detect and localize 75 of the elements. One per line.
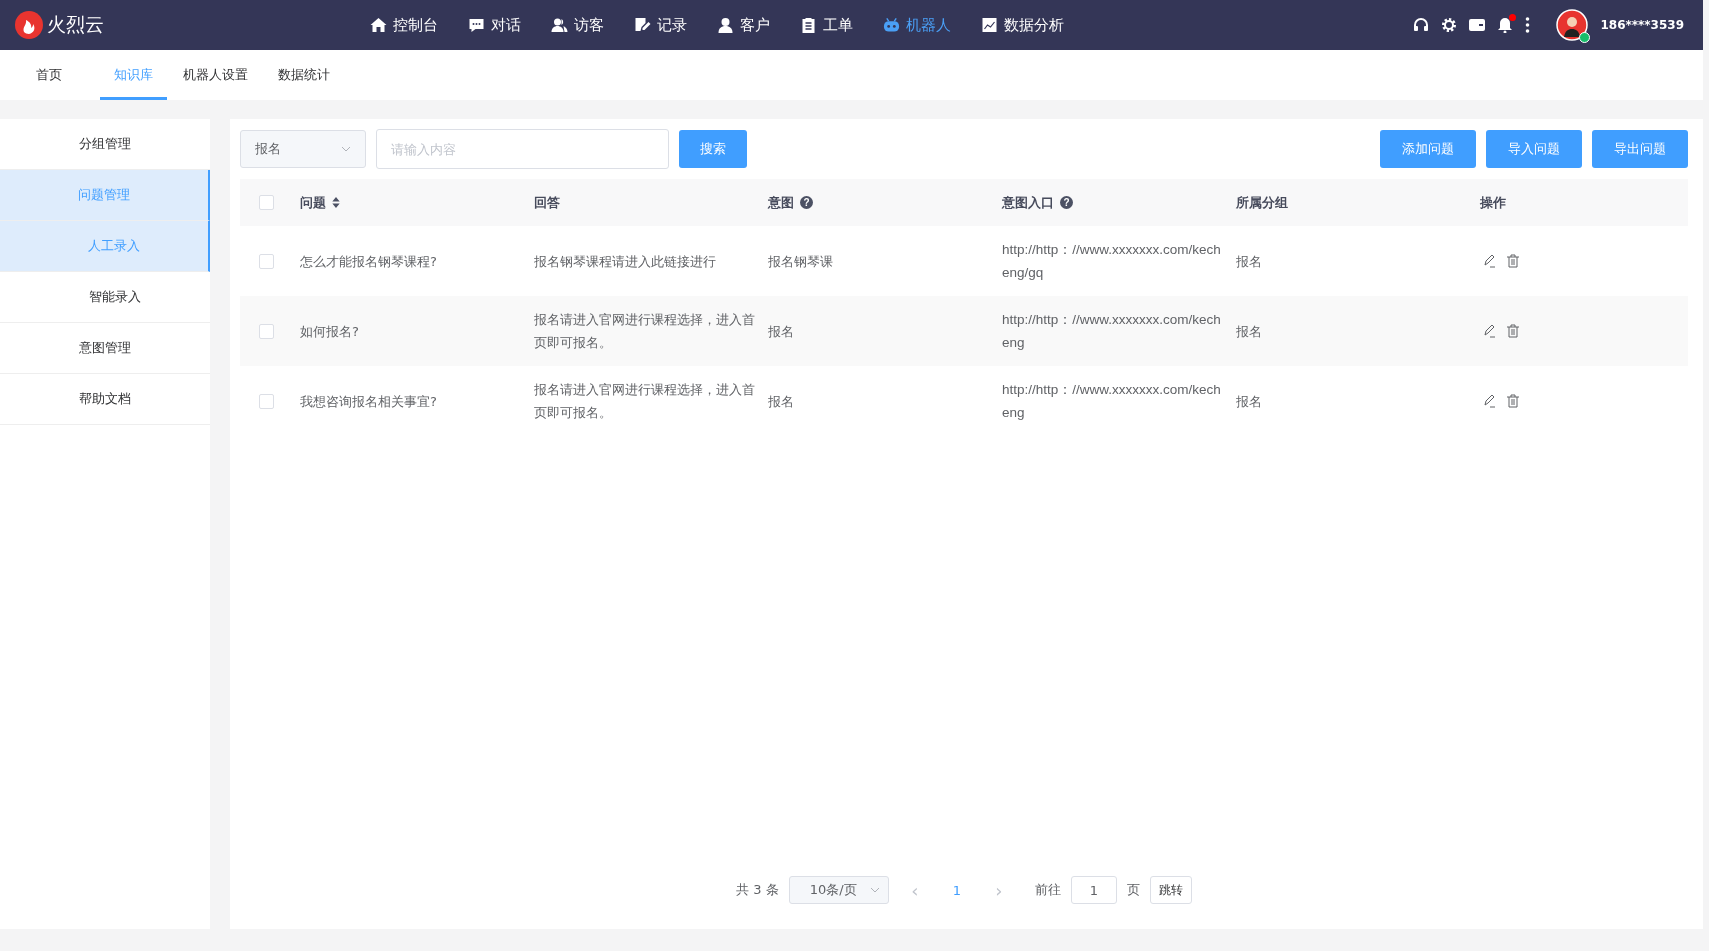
table-cell-text: http://http：//www.xxxxxxx.com/kecheng [1002, 311, 1222, 352]
search-field[interactable]: 请输入内容 [376, 129, 669, 169]
sub-tab[interactable]: 数据统计 [264, 52, 344, 100]
sidebar-item[interactable]: 意图管理 [0, 323, 210, 374]
avatar-icon[interactable] [1556, 9, 1589, 41]
sidebar-subitem[interactable]: 智能录入 [0, 272, 210, 323]
table-cell-text: 报名请进入官网进行课程选择，进入首页即可报名。 [534, 311, 756, 352]
row-checkbox[interactable] [258, 253, 274, 269]
column-header: 意图 [768, 194, 794, 212]
column-header: 所属分组 [1236, 194, 1288, 212]
table-cell-text: 报名钢琴课程请进入此链接进行 [534, 252, 716, 271]
row-checkbox[interactable] [258, 393, 274, 409]
table-cell-text: http://http：//www.xxxxxxx.com/kecheng/gq [1002, 241, 1222, 282]
chevron-down-icon [341, 146, 351, 152]
table-cell-text: 怎么才能报名钢琴课程? [300, 252, 437, 271]
sub-tab[interactable]: 机器人设置 [169, 52, 262, 100]
table-cell-text: 报名钢琴课 [768, 252, 833, 271]
headset-icon[interactable] [1413, 17, 1430, 33]
column-header: 问题 [300, 194, 326, 212]
page-unit-label: 页 [1126, 881, 1140, 899]
sidebar-item[interactable]: 帮助文档 [0, 374, 210, 425]
trash-icon[interactable] [1506, 324, 1520, 338]
table-cell-text: 报名 [768, 322, 794, 341]
table-cell-text: 报名请进入官网进行课程选择，进入首页即可报名。 [534, 381, 756, 422]
line-chart-icon [981, 17, 998, 33]
nav-item[interactable]: 访客 [551, 15, 604, 35]
brand-name: 火烈云 [47, 12, 104, 37]
total-count: 共 3 条 [736, 881, 779, 899]
trash-icon[interactable] [1506, 254, 1520, 268]
column-header: 操作 [1480, 194, 1506, 212]
nav-item[interactable]: 机器人 [883, 15, 951, 35]
help-icon[interactable]: ? [1060, 196, 1073, 209]
home-icon [370, 17, 387, 33]
user-name[interactable]: 186****3539 [1600, 18, 1684, 32]
sort-icon[interactable] [332, 197, 340, 208]
user-icon [717, 17, 734, 33]
bell-icon[interactable] [1497, 17, 1514, 33]
row-checkbox[interactable] [258, 323, 274, 339]
table-cell-text: 报名 [768, 392, 794, 411]
nav-item[interactable]: 控制台 [370, 15, 438, 35]
settings-icon[interactable] [1441, 17, 1458, 33]
table-cell-text: 报名 [1236, 322, 1262, 341]
edit-icon[interactable] [1482, 254, 1496, 268]
nav-item[interactable]: 工单 [800, 15, 853, 35]
robot-icon [883, 17, 900, 33]
flame-logo-icon [15, 11, 43, 39]
column-header: 意图入口 [1002, 194, 1054, 212]
page-size-select[interactable]: 10条/页 [788, 876, 889, 904]
page-input[interactable]: 1 [1070, 876, 1117, 904]
chat-icon [468, 17, 485, 33]
table-cell-text: 报名 [1236, 392, 1262, 411]
document-edit-icon [634, 17, 651, 33]
clipboard-icon [800, 17, 817, 33]
goto-label: 前往 [1034, 881, 1061, 899]
select-all-checkbox[interactable] [258, 195, 274, 210]
group-select[interactable]: 报名 [240, 130, 366, 168]
sub-tab[interactable]: 首页 [22, 52, 76, 100]
nav-item[interactable]: 对话 [468, 15, 521, 35]
nav-item[interactable]: 数据分析 [981, 15, 1064, 35]
table-cell-text: 报名 [1236, 252, 1262, 271]
more-icon[interactable] [1525, 17, 1531, 33]
chevron-down-icon [869, 887, 880, 893]
jump-button[interactable]: 跳转 [1149, 876, 1192, 904]
users-icon [551, 17, 568, 33]
trash-icon[interactable] [1506, 394, 1520, 408]
nav-item[interactable]: 记录 [634, 15, 687, 35]
edit-icon[interactable] [1482, 394, 1496, 408]
edit-icon[interactable] [1482, 324, 1496, 338]
table-cell-text: 如何报名? [300, 322, 359, 341]
table-cell-text: http://http：//www.xxxxxxx.com/kecheng [1002, 381, 1222, 422]
wallet-icon[interactable] [1469, 17, 1486, 33]
column-header: 回答 [534, 194, 560, 212]
help-icon[interactable]: ? [800, 196, 813, 209]
nav-item[interactable]: 客户 [717, 15, 770, 35]
table-cell-text: 我想咨询报名相关事宜? [300, 392, 437, 411]
